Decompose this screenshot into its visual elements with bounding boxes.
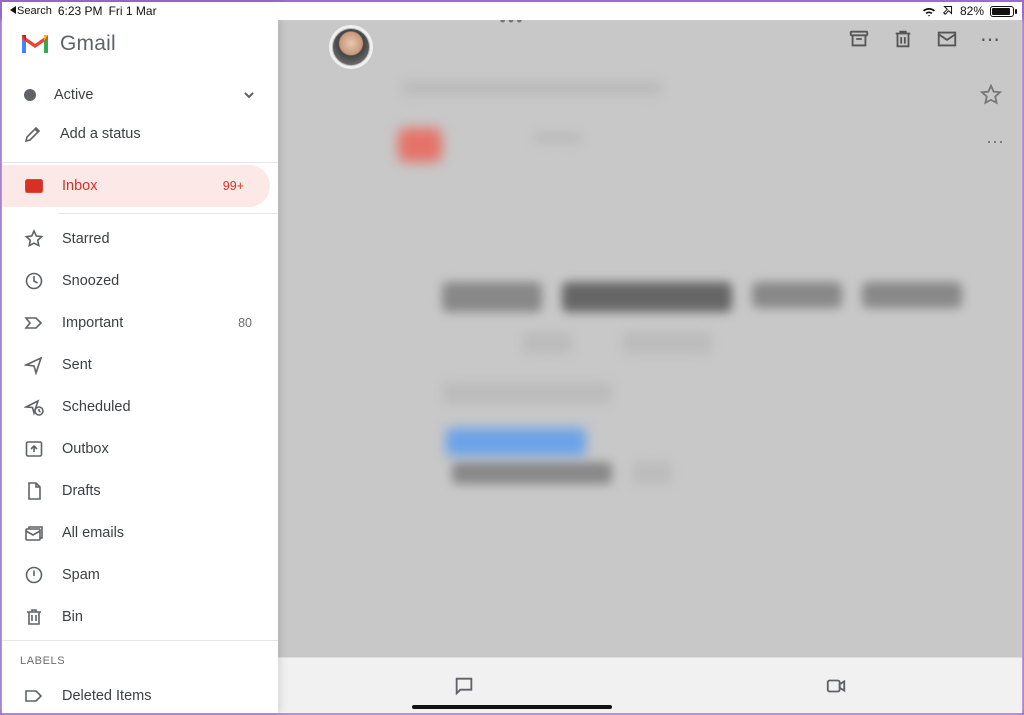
nav-spam[interactable]: Spam bbox=[2, 554, 278, 596]
important-icon bbox=[24, 313, 44, 333]
wifi-icon bbox=[922, 6, 936, 16]
drafts-icon bbox=[24, 481, 44, 501]
navigation-drawer: Gmail Active Add a status Inbox 99+ Star… bbox=[2, 2, 278, 713]
message-toolbar: ⋯ bbox=[848, 28, 1002, 50]
meet-tab[interactable] bbox=[650, 658, 1022, 713]
nav-starred-label: Starred bbox=[62, 231, 110, 247]
star-icon bbox=[24, 229, 44, 249]
message-more-icon[interactable]: ⋯ bbox=[986, 132, 1006, 153]
trash-icon bbox=[24, 607, 44, 627]
mark-unread-icon[interactable] bbox=[936, 28, 958, 50]
location-icon bbox=[942, 4, 954, 19]
nav-important[interactable]: Important 80 bbox=[2, 302, 278, 344]
inbox-icon bbox=[24, 176, 44, 196]
all-mail-icon bbox=[24, 523, 44, 543]
nav-drafts-label: Drafts bbox=[62, 483, 101, 499]
nav-inbox-count: 99+ bbox=[223, 179, 244, 193]
nav-snoozed[interactable]: Snoozed bbox=[2, 260, 278, 302]
label-icon bbox=[24, 686, 44, 706]
device-status-bar: Search 6:23 PM Fri 1 Mar 82% bbox=[2, 2, 1022, 20]
more-icon[interactable]: ⋯ bbox=[980, 28, 1002, 50]
drawer-header: Gmail bbox=[2, 24, 278, 76]
home-indicator[interactable] bbox=[412, 705, 612, 709]
nav-bin-label: Bin bbox=[62, 609, 83, 625]
label-deleted-items[interactable]: Deleted Items bbox=[2, 675, 278, 713]
sender-avatar-red bbox=[398, 128, 442, 162]
nav-scheduled-label: Scheduled bbox=[62, 399, 131, 415]
battery-percent: 82% bbox=[960, 4, 984, 18]
status-active-label: Active bbox=[54, 87, 94, 103]
archive-icon[interactable] bbox=[848, 28, 870, 50]
back-to-app[interactable]: Search bbox=[10, 5, 52, 17]
nav-starred[interactable]: Starred bbox=[2, 218, 278, 260]
nav-sent[interactable]: Sent bbox=[2, 344, 278, 386]
app-name: Gmail bbox=[60, 32, 116, 56]
account-avatar[interactable] bbox=[332, 28, 370, 66]
status-time: 6:23 PM bbox=[58, 4, 103, 18]
status-dot-icon bbox=[24, 89, 36, 101]
add-status-label: Add a status bbox=[60, 126, 141, 142]
status-date: Fri 1 Mar bbox=[109, 4, 157, 18]
nav-sent-label: Sent bbox=[62, 357, 92, 373]
bottom-tab-bar bbox=[278, 657, 1022, 713]
outbox-icon bbox=[24, 439, 44, 459]
back-label: Search bbox=[17, 5, 52, 17]
chevron-down-icon bbox=[242, 88, 256, 102]
blurred-link bbox=[446, 428, 586, 456]
nav-snoozed-label: Snoozed bbox=[62, 273, 119, 289]
nav-bin[interactable]: Bin bbox=[2, 596, 278, 638]
nav-outbox[interactable]: Outbox bbox=[2, 428, 278, 470]
label-deleted-label: Deleted Items bbox=[62, 688, 151, 704]
gmail-logo-icon bbox=[20, 33, 50, 55]
scheduled-icon bbox=[24, 397, 44, 417]
nav-inbox-label: Inbox bbox=[62, 178, 97, 194]
nav-important-label: Important bbox=[62, 315, 123, 331]
add-status-row[interactable]: Add a status bbox=[2, 114, 278, 154]
spam-icon bbox=[24, 565, 44, 585]
status-active-row[interactable]: Active bbox=[2, 76, 278, 114]
nav-all-emails[interactable]: All emails bbox=[2, 512, 278, 554]
star-icon[interactable] bbox=[980, 84, 1002, 111]
pencil-icon bbox=[24, 125, 42, 143]
nav-all-emails-label: All emails bbox=[62, 525, 124, 541]
nav-drafts[interactable]: Drafts bbox=[2, 470, 278, 512]
nav-scheduled[interactable]: Scheduled bbox=[2, 386, 278, 428]
battery-icon bbox=[990, 6, 1014, 17]
nav-outbox-label: Outbox bbox=[62, 441, 109, 457]
nav-spam-label: Spam bbox=[62, 567, 100, 583]
clock-icon bbox=[24, 271, 44, 291]
nav-inbox[interactable]: Inbox 99+ bbox=[2, 165, 270, 207]
labels-heading: LABELS bbox=[2, 643, 278, 675]
nav-important-count: 80 bbox=[238, 316, 252, 330]
sent-icon bbox=[24, 355, 44, 375]
trash-icon[interactable] bbox=[892, 28, 914, 50]
